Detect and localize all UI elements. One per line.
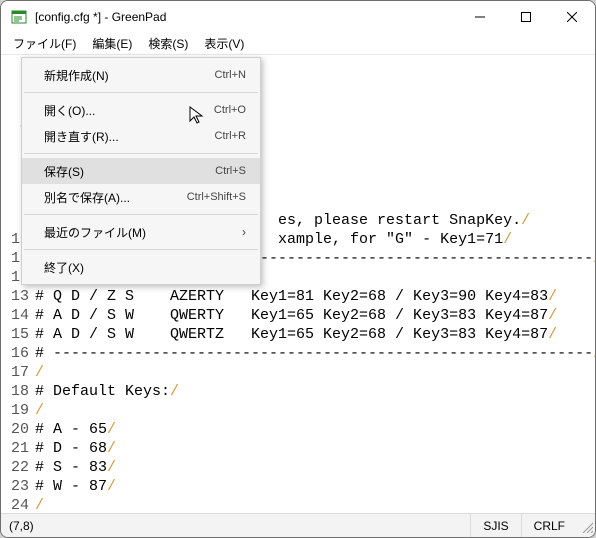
- line-number: 16: [1, 344, 29, 363]
- eol-mark-icon: /: [107, 478, 116, 495]
- menu-item[interactable]: 開き直す(R)...Ctrl+R: [22, 123, 260, 149]
- eol-mark-icon: /: [548, 288, 557, 305]
- menu-item[interactable]: 開く(O)...Ctrl+O: [22, 97, 260, 123]
- eol-mark-icon: /: [521, 212, 530, 229]
- window-title: [config.cfg *] - GreenPad: [35, 10, 166, 24]
- menu-item-label: 保存(S): [44, 163, 215, 180]
- menu-item-label: 開く(O)...: [44, 102, 214, 119]
- editor-line: # Default Keys:/: [35, 382, 595, 401]
- statusbar: (7,8) SJIS CRLF: [1, 513, 595, 537]
- line-number: 19: [1, 401, 29, 420]
- line-number: 18: [1, 382, 29, 401]
- editor-line: # A - 65/: [35, 420, 595, 439]
- menu-item[interactable]: 最近のファイル(M)›: [22, 219, 260, 245]
- line-number: 20: [1, 420, 29, 439]
- eol-mark-icon: /: [35, 364, 44, 381]
- menu-item[interactable]: 保存(S)Ctrl+S: [22, 158, 260, 184]
- menu-item-shortcut: Ctrl+O: [214, 104, 246, 116]
- eol-mark-icon: /: [593, 345, 595, 362]
- editor-line: # Q D / Z S AZERTY Key1=81 Key2=68 / Key…: [35, 287, 595, 306]
- editor-line: # S - 83/: [35, 458, 595, 477]
- menu-item-label: 開き直す(R)...: [44, 128, 215, 145]
- line-number: 17: [1, 363, 29, 382]
- menu-item-shortcut: Ctrl+Shift+S: [187, 191, 246, 203]
- editor-line: /: [35, 496, 595, 513]
- menu-item[interactable]: 終了(X): [22, 254, 260, 280]
- app-icon: [11, 9, 27, 25]
- editor-line: # --------------------------------------…: [35, 344, 595, 363]
- menu-item[interactable]: 新規作成(N)Ctrl+N: [22, 62, 260, 88]
- menu-item-label: 終了(X): [44, 259, 246, 276]
- app-window: [config.cfg *] - GreenPad ファイル(F)編集(E)検索…: [0, 0, 596, 538]
- eol-mark-icon: /: [107, 421, 116, 438]
- eol-mark-icon: /: [107, 459, 116, 476]
- line-number: 13: [1, 287, 29, 306]
- line-number: 24: [1, 496, 29, 513]
- line-number: 15: [1, 325, 29, 344]
- menu-item-label: 最近のファイル(M): [44, 224, 242, 241]
- eol-mark-icon: /: [548, 326, 557, 343]
- menu-item-shortcut: Ctrl+R: [215, 130, 246, 142]
- chevron-right-icon: ›: [242, 225, 246, 239]
- eol-mark-icon: /: [548, 307, 557, 324]
- eol-mark-icon: /: [35, 402, 44, 419]
- menu-item-label: 新規作成(N): [44, 67, 215, 84]
- minimize-button[interactable]: [457, 1, 503, 33]
- editor-line: # D - 68/: [35, 439, 595, 458]
- file-menu-dropdown: 新規作成(N)Ctrl+N開く(O)...Ctrl+O開き直す(R)...Ctr…: [21, 57, 261, 285]
- cursor-position: (7,8): [1, 519, 470, 533]
- eol-mark-icon: /: [35, 497, 44, 513]
- maximize-button[interactable]: [503, 1, 549, 33]
- menu-item-shortcut: Ctrl+S: [215, 165, 246, 177]
- menu-separator: [24, 153, 258, 154]
- menu-item[interactable]: 別名で保存(A)...Ctrl+Shift+S: [22, 184, 260, 210]
- eol-mark-icon: /: [107, 440, 116, 457]
- menu-separator: [24, 92, 258, 93]
- encoding-indicator[interactable]: SJIS: [470, 514, 520, 537]
- editor-line: # A D / S W QWERTZ Key1=65 Key2=68 / Key…: [35, 325, 595, 344]
- menu-item-label: 別名で保存(A)...: [44, 189, 187, 206]
- window-controls: [457, 1, 595, 33]
- menu-separator: [24, 214, 258, 215]
- eol-mark-icon: /: [593, 250, 595, 267]
- menu-separator: [24, 249, 258, 250]
- menubar: ファイル(F)編集(E)検索(S)表示(V): [1, 33, 595, 55]
- menubar-item[interactable]: ファイル(F): [5, 33, 84, 54]
- eol-mark-icon: /: [170, 383, 179, 400]
- menubar-item[interactable]: 表示(V): [196, 33, 252, 54]
- close-button[interactable]: [549, 1, 595, 33]
- editor-line: /: [35, 363, 595, 382]
- editor-line: # A D / S W QWERTY Key1=65 Key2=68 / Key…: [35, 306, 595, 325]
- menu-item-shortcut: Ctrl+N: [215, 69, 246, 81]
- menubar-item[interactable]: 編集(E): [84, 33, 140, 54]
- eol-mark-icon: /: [503, 231, 512, 248]
- line-number: 22: [1, 458, 29, 477]
- line-number: 23: [1, 477, 29, 496]
- menubar-item[interactable]: 検索(S): [140, 33, 196, 54]
- titlebar: [config.cfg *] - GreenPad: [1, 1, 595, 33]
- editor-line: # W - 87/: [35, 477, 595, 496]
- lineending-indicator[interactable]: CRLF: [521, 514, 577, 537]
- editor-line: /: [35, 401, 595, 420]
- line-number: 21: [1, 439, 29, 458]
- line-number: 14: [1, 306, 29, 325]
- resize-grip[interactable]: [577, 517, 595, 535]
